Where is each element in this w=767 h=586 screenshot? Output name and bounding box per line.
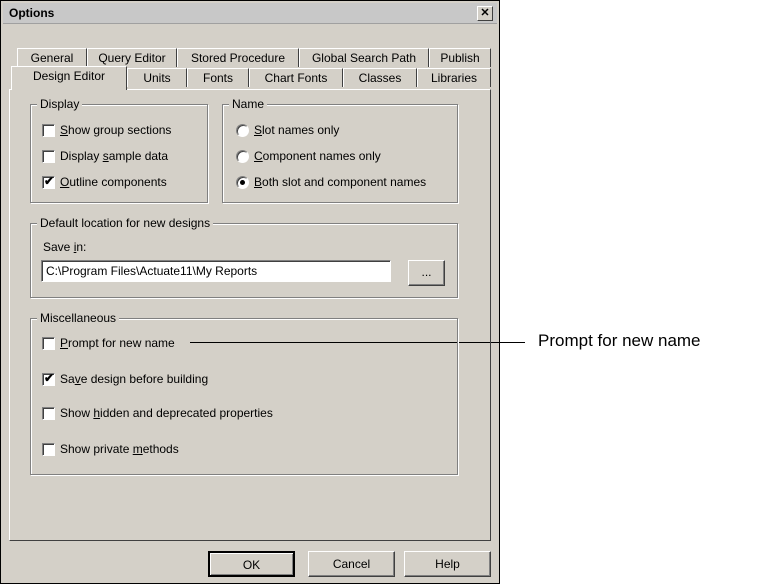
tab-design-editor[interactable]: Design Editor	[11, 66, 127, 90]
radio-label: Both slot and component names	[254, 175, 427, 189]
check-icon: ✔	[44, 371, 55, 385]
radio-circle	[236, 176, 249, 189]
save-in-path-input[interactable]	[41, 260, 391, 282]
checkbox-label: Show hidden and deprecated properties	[60, 406, 273, 420]
browse-label: ...	[421, 265, 432, 279]
checkbox-box: ✔	[42, 174, 55, 189]
checkbox-label: Prompt for new name	[60, 336, 175, 350]
checkbox-box	[42, 337, 55, 350]
tab-global-search-path[interactable]: Global Search Path	[299, 48, 429, 67]
checkbox-box	[42, 124, 55, 137]
cancel-button[interactable]: Cancel	[308, 551, 395, 577]
radio-selected-dot	[240, 180, 245, 185]
name-legend: Name	[229, 97, 268, 111]
options-dialog: Options ✕ General Query Editor Stored Pr…	[0, 0, 500, 584]
tab-label: Stored Procedure	[190, 51, 286, 65]
browse-button[interactable]: ...	[408, 260, 445, 286]
dialog-title: Options	[9, 6, 55, 20]
tab-publish[interactable]: Publish	[429, 48, 491, 67]
radio-label: Slot names only	[254, 123, 340, 137]
radio-label: Component names only	[254, 149, 381, 163]
default-location-legend: Default location for new designs	[37, 216, 214, 230]
help-button[interactable]: Help	[404, 551, 491, 577]
checkbox-label: Outline components	[60, 175, 167, 189]
callout-label: Prompt for new name	[538, 331, 701, 350]
save-in-label: Save in:	[43, 240, 87, 254]
tab-label: Design Editor	[32, 69, 106, 83]
radio-circle	[236, 124, 249, 137]
check-icon: ✔	[44, 174, 55, 188]
tab-label: Query Editor	[98, 51, 166, 65]
checkbox-label: Display sample data	[60, 149, 169, 163]
tab-classes[interactable]: Classes	[343, 68, 417, 87]
close-icon: ✕	[480, 7, 490, 19]
display-legend: Display	[37, 97, 83, 111]
tab-label: Chart Fonts	[264, 71, 328, 85]
tab-label: Global Search Path	[311, 51, 417, 65]
radio-circle	[236, 150, 249, 163]
checkbox-box	[42, 407, 55, 420]
miscellaneous-legend: Miscellaneous	[37, 311, 120, 325]
tab-general[interactable]: General	[17, 48, 87, 67]
tab-libraries[interactable]: Libraries	[417, 68, 491, 87]
checkbox-label: Show group sections	[60, 123, 172, 137]
tab-label: Units	[143, 71, 171, 85]
checkbox-box	[42, 150, 55, 163]
tab-chart-fonts[interactable]: Chart Fonts	[249, 68, 343, 87]
checkbox-label: Save design before building	[60, 372, 209, 386]
tab-label: Classes	[358, 71, 402, 85]
tab-label: Publish	[440, 51, 480, 65]
checkbox-box: ✔	[42, 371, 55, 386]
tab-label: Fonts	[202, 71, 233, 85]
title-bar: Options ✕	[3, 3, 497, 24]
checkbox-box	[42, 443, 55, 456]
ok-label: OK	[242, 558, 261, 572]
close-button[interactable]: ✕	[477, 6, 493, 21]
checkbox-label: Show private methods	[60, 442, 179, 456]
tab-label: Libraries	[430, 71, 478, 85]
ok-button[interactable]: OK	[208, 551, 295, 577]
cancel-label: Cancel	[332, 557, 371, 571]
tab-stored-procedure[interactable]: Stored Procedure	[177, 48, 299, 67]
help-label: Help	[435, 557, 460, 571]
tab-fonts[interactable]: Fonts	[187, 68, 249, 87]
tab-units[interactable]: Units	[127, 68, 187, 87]
default-location-group: Default location for new designs	[30, 216, 458, 298]
tab-query-editor[interactable]: Query Editor	[87, 48, 177, 67]
tab-label: General	[30, 51, 74, 65]
